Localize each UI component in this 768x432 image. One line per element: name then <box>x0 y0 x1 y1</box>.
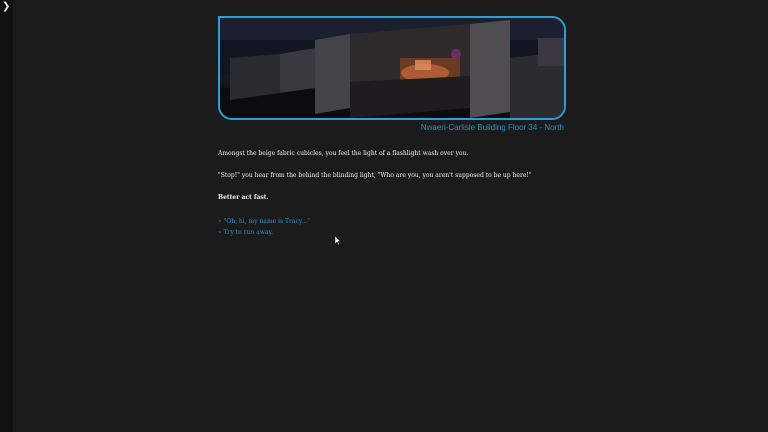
chevron-right-icon[interactable]: ❯ <box>2 2 12 12</box>
location-caption: Nwaeri-Carlisle Building Floor 34 - Nort… <box>420 123 564 132</box>
paragraph-1: Amongst the beige fabric cubicles, you f… <box>218 150 469 157</box>
scene-image <box>218 16 566 120</box>
paragraph-2: "Stop!" you hear from the behind the bli… <box>218 172 532 179</box>
story-text: Amongst the beige fabric cubicles, you f… <box>218 150 566 202</box>
mouse-cursor-icon <box>335 236 341 245</box>
passage: Nwaeri-Carlisle Building Floor 34 - Nort… <box>218 16 566 238</box>
choice-run-away[interactable]: » Try to run away. <box>218 227 566 238</box>
choice-introduce[interactable]: » "Oh, hi, my name is Tracy..." <box>218 216 566 227</box>
emphasis-line: Better act fast. <box>218 194 269 201</box>
choices: » "Oh, hi, my name is Tracy..." » Try to… <box>218 216 566 238</box>
sidebar: ❯ <box>0 0 13 432</box>
